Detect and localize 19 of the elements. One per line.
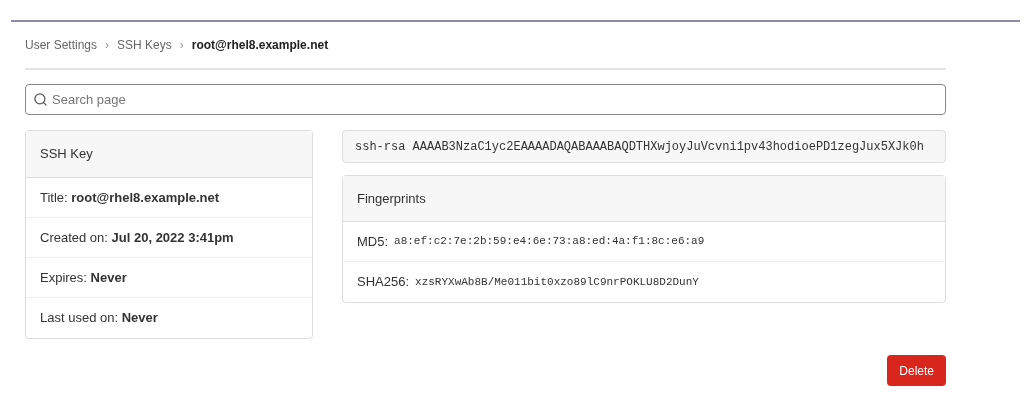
fingerprint-value: a8:ef:c2:7e:2b:59:e4:6e:73:a8:ed:4a:f1:8c:e6:a9 bbox=[394, 234, 705, 250]
detail-text: Title: root@rhel8.example.net bbox=[40, 188, 220, 207]
breadcrumb-item: root@rhel8.example.net bbox=[191, 37, 329, 54]
detail-text: Last used on: Never bbox=[40, 309, 158, 328]
breadcrumb-item[interactable]: User Settings bbox=[25, 36, 98, 54]
ssh-key-text: ssh-rsa AAAAB3NzaC1yc2EAAAADAQABAAABAQDTHXwjoyJuVcvni1pv43hodioePD1zegJux5XJk0h bbox=[355, 138, 924, 156]
breadcrumb-separator: › bbox=[179, 37, 184, 54]
fingerprint-label: MD5: bbox=[357, 232, 389, 251]
card-title: Fingerprints bbox=[343, 176, 945, 222]
search-icon bbox=[33, 92, 48, 107]
delete-button[interactable]: Delete bbox=[887, 355, 946, 386]
fingerprint-value: xzsRYXwAb8B/Me011bit0xzo89lC9nrPOKLU8D2DunY bbox=[415, 274, 699, 290]
breadcrumb-item[interactable]: SSH Keys bbox=[117, 36, 172, 54]
fingerprint-label: SHA256: bbox=[357, 273, 410, 292]
search-field[interactable]: Search page bbox=[25, 84, 946, 115]
card-title: SSH Key bbox=[26, 131, 312, 178]
detail-text: Created on: Jul 20, 2022 3:41pm bbox=[40, 228, 234, 247]
detail-text: Expires: Never bbox=[40, 268, 127, 287]
breadcrumb-separator: › bbox=[105, 37, 110, 54]
